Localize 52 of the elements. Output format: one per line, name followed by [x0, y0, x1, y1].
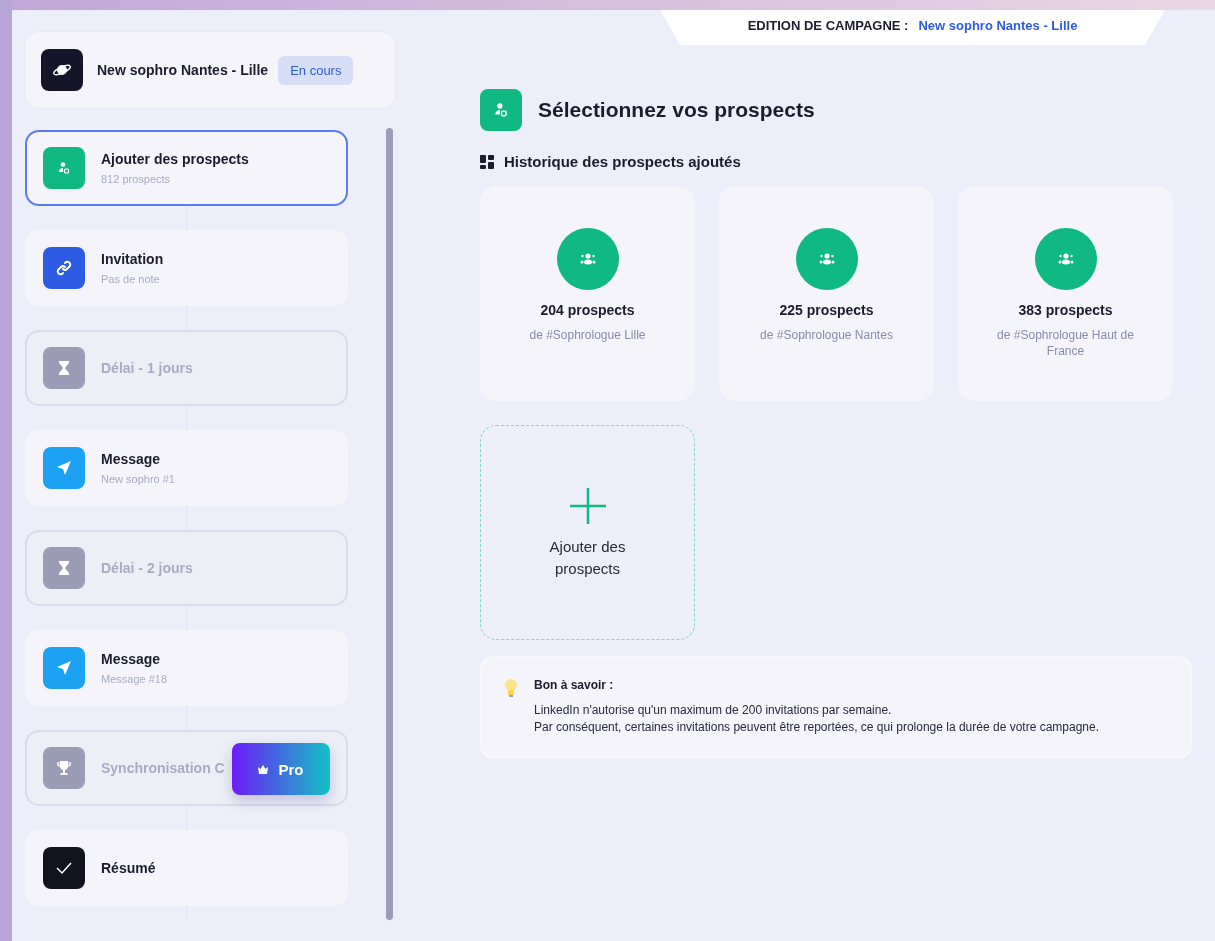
send-icon — [43, 447, 85, 489]
grid-icon — [480, 154, 494, 169]
step-card[interactable]: Message Message #18 — [25, 630, 348, 706]
step-title: Délai - 2 jours — [101, 560, 193, 576]
send-icon — [43, 647, 85, 689]
prospect-list-card[interactable]: 383 prospects de #Sophrologue Haut de France — [958, 186, 1173, 401]
tip-title: Bon à savoir : — [534, 678, 615, 692]
campaign-link[interactable]: New sophro Nantes - Lille — [918, 18, 1078, 33]
step-subtitle: Message #18 — [101, 673, 168, 685]
prospect-count: 383 prospects — [1018, 302, 1113, 318]
lightbulb-icon — [504, 678, 518, 698]
crown-icon — [258, 764, 269, 774]
step-subtitle: New sophro #1 — [101, 473, 175, 485]
prospect-source: de #Sophrologue Lille — [529, 328, 646, 344]
pro-label: Pro — [278, 760, 304, 778]
prospect-source: de #Sophrologue Haut de France — [996, 328, 1135, 360]
step-card[interactable]: Invitation Pas de note — [25, 230, 348, 306]
add-prospects-button[interactable]: Ajouter des prospects — [480, 425, 695, 640]
step-title: Synchronisation C — [101, 760, 225, 776]
step-title: Message — [101, 451, 162, 467]
step-title: Résumé — [101, 860, 156, 876]
page-title: Sélectionnez vos prospects — [538, 98, 815, 122]
step-card[interactable]: Message New sophro #1 — [25, 430, 348, 506]
step-title: Message — [101, 651, 162, 667]
trophy-icon — [43, 747, 85, 789]
step-title: Invitation — [101, 251, 164, 267]
header-label: EDITION DE CAMPAGNE : — [747, 18, 909, 33]
hourglass-icon — [43, 547, 85, 589]
tip-text: Par conséquent, certaines invitations peuvent être reportées, ce qui prolonge la durée de votre campagne. — [534, 718, 1100, 736]
step-subtitle: 812 prospects — [101, 173, 172, 185]
step-card[interactable]: Résumé — [25, 830, 348, 906]
prospect-list-card[interactable]: 225 prospects de #Sophrologue Nantes — [719, 186, 934, 401]
prospect-list-card[interactable]: 204 prospects de #Sophrologue Lille — [480, 186, 695, 401]
planet-icon — [41, 49, 83, 91]
checkmark-icon — [43, 847, 85, 889]
prospect-source: de #Sophrologue Nantes — [760, 328, 893, 344]
step-title: Délai - 1 jours — [101, 360, 193, 376]
person-icon — [43, 147, 85, 189]
step-subtitle: Pas de note — [101, 273, 161, 285]
person-icon — [480, 89, 522, 131]
section-title: Historique des prospects ajoutés — [504, 153, 741, 170]
prospect-count: 225 prospects — [779, 302, 874, 318]
hourglass-icon — [43, 347, 85, 389]
scrollbar[interactable] — [386, 128, 393, 920]
plus-icon — [567, 485, 608, 526]
status-badge: En cours — [278, 55, 354, 85]
tip-text: LinkedIn n'autorise qu'un maximum de 200 invitations par semaine. — [534, 702, 893, 719]
campaign-name: New sophro Nantes - Lille — [97, 62, 269, 78]
prospect-count: 204 prospects — [540, 302, 635, 318]
step-card[interactable]: Ajouter des prospects 812 prospects — [25, 130, 348, 206]
link-icon — [43, 247, 85, 289]
step-title: Ajouter des prospects — [101, 151, 249, 167]
